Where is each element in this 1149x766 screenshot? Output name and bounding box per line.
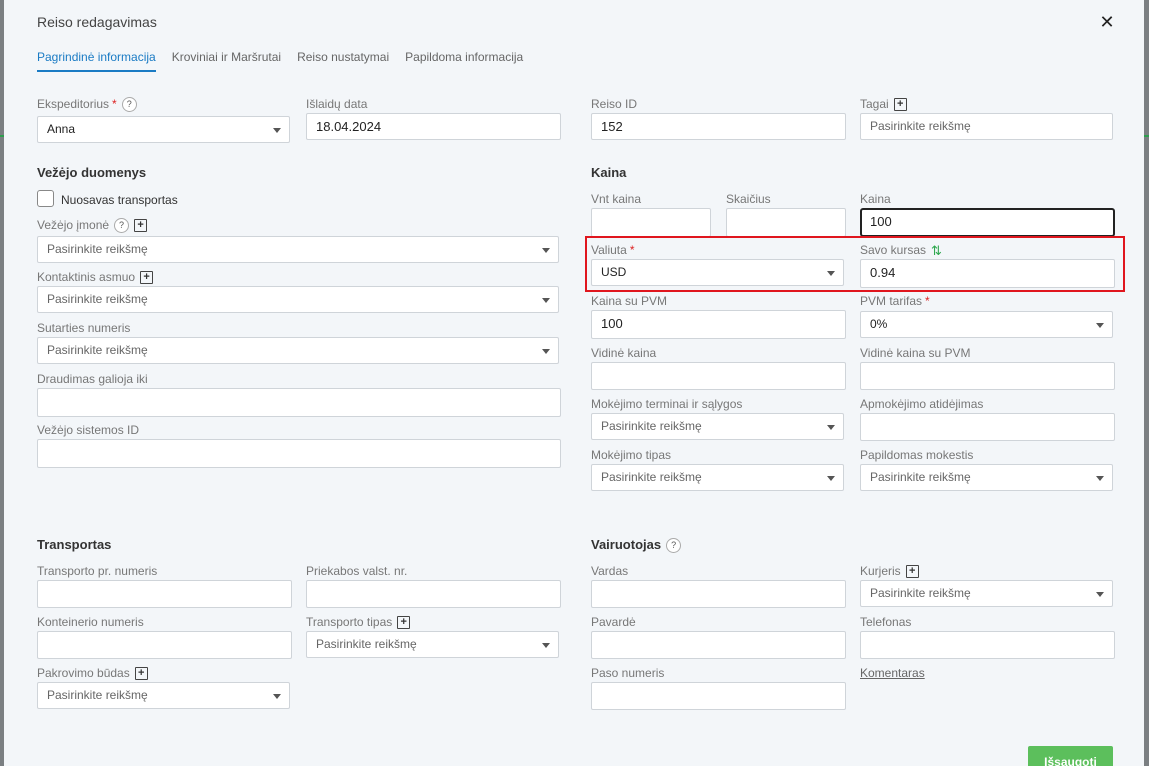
trailer-number-label: Priekabos valst. nr. [306,564,408,578]
container-number-input[interactable] [37,631,292,659]
internal-price-input[interactable] [591,362,846,390]
save-button[interactable]: Išsaugoti [1028,746,1113,766]
contact-person-label: Kontaktinis asmuo + [37,270,154,285]
forwarder-select[interactable]: Anna [37,116,290,143]
tab-additional-info[interactable]: Papildoma informacija [405,50,523,72]
courier-label: Kurjeris + [860,564,919,579]
courier-select[interactable]: Pasirinkite reikšmę [860,580,1113,607]
internal-price-vat-label: Vidinė kaina su PVM [860,346,971,360]
expense-date-label: Išlaidų data [306,97,368,111]
swap-rate-icon[interactable]: ⇅ [931,243,942,258]
price-input[interactable]: 100 [860,208,1115,237]
last-name-label: Pavardė [591,615,636,629]
unit-price-input[interactable] [591,208,711,237]
add-transport-type-icon[interactable]: + [397,616,411,630]
close-icon[interactable]: ✕ [1098,12,1116,32]
tab-cargo-routes[interactable]: Kroviniai ir Maršrutai [172,50,281,72]
own-rate-label: Savo kursas ⇅ [860,243,942,258]
help-icon[interactable]: ? [666,538,682,554]
comment-link[interactable]: Komentaras [860,666,925,680]
carrier-company-select[interactable]: Pasirinkite reikšmę [37,236,559,263]
currency-select[interactable]: USD [591,259,844,286]
tab-bar: Pagrindinė informacija Kroviniai ir Marš… [37,50,539,72]
payment-terms-label: Mokėjimo terminai ir sąlygos [591,397,743,411]
insurance-valid-label: Draudimas galioja iki [37,372,148,386]
carrier-company-label: Vežėjo įmonė? + [37,218,148,234]
contract-number-select[interactable]: Pasirinkite reikšmę [37,337,559,364]
phone-input[interactable] [860,631,1115,659]
loading-method-select[interactable]: Pasirinkite reikšmę [37,682,290,709]
background-accent-line [1144,135,1149,137]
first-name-label: Vardas [591,564,629,578]
quantity-input[interactable] [726,208,846,237]
help-icon[interactable]: ? [121,97,137,113]
modal-title: Reiso redagavimas [37,14,157,30]
price-vat-label: Kaina su PVM [591,294,668,308]
add-tag-icon[interactable]: + [893,98,907,112]
transport-type-label: Transporto tipas + [306,615,411,630]
tags-input[interactable]: Pasirinkite reikšmę [860,113,1113,140]
loading-method-label: Pakrovimo būdas + [37,666,148,681]
expense-date-input[interactable]: 18.04.2024 [306,113,561,140]
phone-label: Telefonas [860,615,912,629]
own-rate-input[interactable]: 0.94 [860,259,1115,288]
vat-rate-select[interactable]: 0% [860,311,1113,338]
price-section-title: Kaina [591,165,627,180]
price-vat-input[interactable]: 100 [591,310,846,339]
carrier-section-title: Vežėjo duomenys [37,165,147,180]
contact-person-select[interactable]: Pasirinkite reikšmę [37,286,559,313]
additional-fee-select[interactable]: Pasirinkite reikšmę [860,464,1113,491]
last-name-input[interactable] [591,631,846,659]
quantity-label: Skaičius [726,192,771,206]
carrier-system-id-input[interactable] [37,439,561,468]
tab-main-info[interactable]: Pagrindinė informacija [37,50,156,72]
carrier-system-id-label: Vežėjo sistemos ID [37,423,140,437]
transport-type-select[interactable]: Pasirinkite reikšmę [306,631,559,658]
forwarder-label: Ekspeditorius *? [37,97,137,113]
contract-number-label: Sutarties numeris [37,321,131,335]
trip-id-label: Reiso ID [591,97,638,111]
tags-label: Tagai + [860,97,907,112]
payment-type-label: Mokėjimo tipas [591,448,672,462]
vat-rate-label: PVM tarifas * [860,294,930,308]
container-number-label: Konteinerio numeris [37,615,144,629]
add-contact-icon[interactable]: + [140,271,154,285]
help-icon[interactable]: ? [114,218,130,234]
currency-label: Valiuta * [591,243,635,257]
price-label: Kaina [860,192,891,206]
passport-number-label: Paso numeris [591,666,665,680]
additional-fee-label: Papildomas mokestis [860,448,974,462]
own-transport-label: Nuosavas transportas [61,193,178,207]
internal-price-vat-input[interactable] [860,362,1115,390]
trip-edit-modal: Reiso redagavimas ✕ Pagrindinė informaci… [4,0,1144,766]
transport-number-label: Transporto pr. numeris [37,564,158,578]
add-loading-method-icon[interactable]: + [134,667,148,681]
payment-type-select[interactable]: Pasirinkite reikšmę [591,464,844,491]
passport-number-input[interactable] [591,682,846,710]
first-name-input[interactable] [591,580,846,608]
unit-price-label: Vnt kaina [591,192,642,206]
payment-delay-label: Apmokėjimo atidėjimas [860,397,984,411]
own-transport-checkbox[interactable] [37,190,54,207]
tab-trip-settings[interactable]: Reiso nustatymai [297,50,389,72]
transport-number-input[interactable] [37,580,292,608]
payment-terms-select[interactable]: Pasirinkite reikšmę [591,413,844,440]
add-carrier-icon[interactable]: + [134,219,148,233]
trailer-number-input[interactable] [306,580,561,608]
transport-section-title: Transportas [37,537,112,552]
internal-price-label: Vidinė kaina [591,346,657,360]
trip-id-input[interactable]: 152 [591,113,846,140]
add-courier-icon[interactable]: + [905,565,919,579]
insurance-valid-input[interactable] [37,388,561,417]
driver-section-title: Vairuotojas? [591,537,682,554]
payment-delay-input[interactable] [860,413,1115,441]
